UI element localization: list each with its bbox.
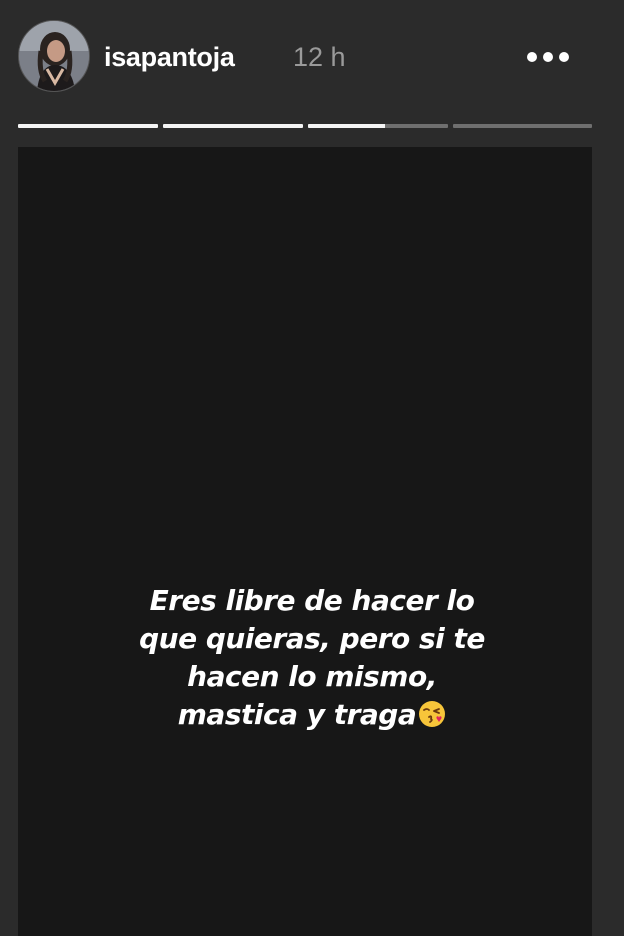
story-progress-bar — [18, 124, 592, 129]
caption-line-last: mastica y traga — [0, 696, 624, 738]
post-time: 12 h — [293, 42, 346, 72]
kiss-emoji-icon — [418, 700, 446, 738]
dot-icon — [543, 52, 553, 62]
avatar[interactable] — [18, 20, 90, 92]
dot-icon — [527, 52, 537, 62]
progress-segment — [308, 124, 448, 128]
more-options-icon[interactable] — [522, 40, 574, 74]
story-content[interactable] — [18, 147, 592, 936]
caption-line: hacen lo mismo, — [187, 660, 437, 693]
story-viewer: isapantoja 12 h Eres libre de hacer lo q… — [0, 0, 624, 936]
progress-segment — [163, 124, 303, 128]
profile-photo-icon — [19, 21, 89, 91]
story-header: isapantoja 12 h — [0, 0, 624, 112]
progress-segment — [18, 124, 158, 128]
dot-icon — [559, 52, 569, 62]
caption-line: que quieras, pero si te — [139, 622, 485, 655]
caption-text: mastica y traga — [177, 698, 417, 731]
progress-segment — [453, 124, 592, 128]
username[interactable]: isapantoja — [104, 38, 235, 76]
caption-line: Eres libre de hacer lo — [149, 584, 475, 617]
story-caption: Eres libre de hacer lo que quieras, pero… — [0, 582, 624, 738]
